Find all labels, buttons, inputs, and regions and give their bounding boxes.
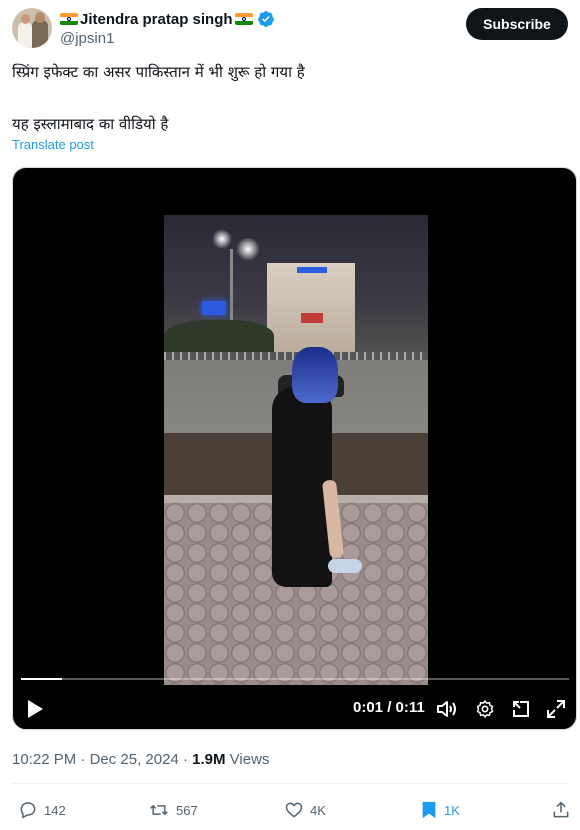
picture-in-picture-icon	[513, 701, 529, 717]
fullscreen-button[interactable]	[542, 693, 570, 725]
repost-button[interactable]: 567	[148, 795, 198, 825]
settings-button[interactable]	[471, 693, 499, 725]
avatar[interactable]	[12, 8, 52, 48]
bookmark-icon	[422, 801, 436, 819]
reply-count: 142	[44, 802, 66, 818]
video-progress-bar[interactable]	[21, 678, 569, 680]
action-bar: 142 567 4K 1K	[0, 795, 580, 825]
post-date[interactable]: Dec 25, 2024	[90, 751, 179, 768]
meta-separator: ·	[182, 751, 188, 768]
repost-icon	[150, 805, 168, 815]
share-icon	[553, 801, 569, 818]
tweet-text-line: स्प्रिंग इफेक्ट का असर पाकिस्तान में भी …	[12, 63, 305, 81]
pip-button[interactable]	[507, 693, 535, 725]
bookmark-button[interactable]: 1K	[420, 795, 460, 825]
tweet-text: स्प्रिंग इफेक्ट का असर पाकिस्तान में भी …	[12, 62, 568, 134]
play-button[interactable]	[21, 693, 49, 725]
verified-badge-icon[interactable]	[257, 10, 275, 28]
reply-icon	[20, 802, 36, 819]
india-flag-icon	[234, 13, 253, 25]
video-progress-fill	[21, 678, 63, 680]
video-frame[interactable]	[164, 215, 428, 685]
meta-separator: ·	[80, 751, 86, 768]
subscribe-button[interactable]: Subscribe	[466, 8, 568, 40]
views-count: 1.9M	[192, 751, 226, 768]
video-player[interactable]: 0:01 / 0:11	[12, 167, 577, 730]
bookmark-count: 1K	[444, 802, 460, 818]
repost-count: 567	[176, 802, 198, 818]
video-time: 0:01 / 0:11	[353, 699, 425, 716]
video-controls: 0:01 / 0:11	[13, 693, 576, 725]
translate-post-link[interactable]: Translate post	[12, 137, 94, 152]
volume-button[interactable]	[433, 693, 461, 725]
tweet-header: Jitendra pratap singh @jpsin1 Subscribe	[12, 8, 568, 48]
share-button[interactable]	[551, 795, 571, 825]
gear-icon	[476, 700, 494, 718]
divider	[12, 783, 568, 784]
reply-button[interactable]: 142	[18, 795, 66, 825]
india-flag-icon	[60, 13, 78, 25]
like-button[interactable]: 4K	[284, 795, 326, 825]
fullscreen-icon	[547, 700, 565, 718]
like-count: 4K	[310, 802, 326, 818]
volume-icon	[437, 701, 456, 717]
display-name[interactable]: Jitendra pratap singh	[80, 11, 233, 28]
post-time[interactable]: 10:22 PM	[12, 751, 76, 768]
tweet-text-line: यह इस्लामाबाद का वीडियो है	[12, 115, 169, 133]
tweet-meta: 10:22 PM · Dec 25, 2024 · 1.9M Views	[12, 751, 269, 768]
views-label: Views	[229, 751, 270, 768]
heart-icon	[285, 802, 303, 818]
play-icon	[28, 700, 43, 718]
author-name-row[interactable]: Jitendra pratap singh	[60, 9, 275, 29]
author-handle[interactable]: @jpsin1	[60, 30, 114, 47]
